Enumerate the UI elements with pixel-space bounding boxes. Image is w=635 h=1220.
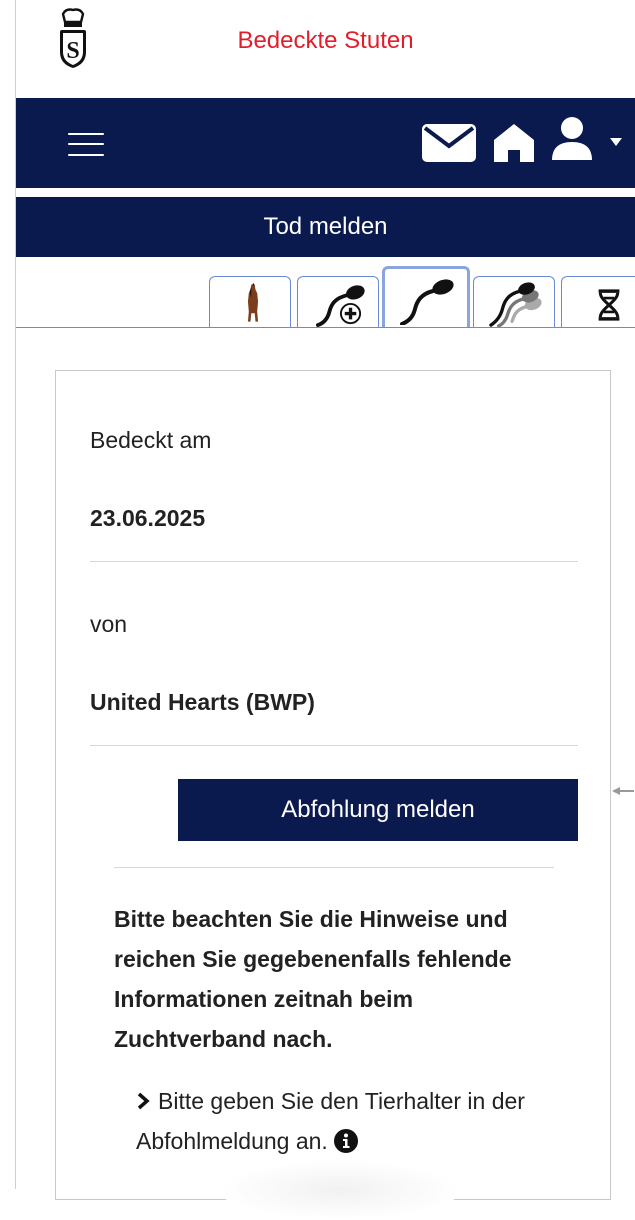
divider	[90, 745, 578, 746]
sperm-plus-icon	[315, 285, 365, 327]
chevron-right-icon	[137, 1092, 150, 1110]
info-icon[interactable]	[333, 1129, 358, 1153]
home-icon[interactable]	[492, 122, 536, 162]
stallion-label: von	[90, 611, 128, 637]
sperm-multiple-icon	[489, 282, 542, 327]
dna-icon	[598, 289, 620, 321]
navbar-separator	[16, 188, 635, 195]
notice-text: Bitte beachten Sie die Hinweise und reic…	[114, 906, 512, 1052]
covered-date-value: 23.06.2025	[90, 505, 206, 531]
tab-horse[interactable]	[209, 276, 291, 327]
stallion-name: United Hearts (BWP)	[90, 689, 315, 715]
report-death-button[interactable]: Tod melden	[16, 197, 635, 257]
hint-item: Bitte geben Sie den Tierhalter in der Ab…	[136, 1081, 556, 1161]
covering-detail-card: Bedeckt am 23.06.2025 von United Hearts …	[55, 370, 611, 1200]
covered-date-label: Bedeckt am	[90, 427, 212, 453]
tab-covering-multiple[interactable]	[473, 276, 555, 327]
scroll-shadow	[220, 1160, 460, 1220]
user-icon[interactable]	[550, 116, 594, 160]
tab-covering-add[interactable]	[297, 276, 379, 327]
app-header: S Bedeckte Stuten	[16, 0, 635, 98]
tab-covering[interactable]	[382, 266, 470, 328]
report-foaling-button[interactable]: Abfohlung melden	[178, 779, 578, 841]
envelope-icon[interactable]	[422, 124, 476, 162]
tab-dna[interactable]	[561, 276, 635, 327]
horse-icon	[247, 283, 259, 322]
divider	[114, 867, 554, 868]
caret-down-icon[interactable]	[610, 138, 622, 146]
divider	[90, 561, 578, 562]
page-title: Bedeckte Stuten	[237, 27, 414, 54]
tabs-baseline	[16, 327, 635, 328]
main-navbar	[16, 98, 635, 188]
hint-text: Bitte geben Sie den Tierhalter in der Ab…	[136, 1088, 525, 1154]
hamburger-menu-icon[interactable]	[68, 128, 104, 158]
arrow-left-icon	[612, 787, 634, 795]
sperm-icon	[400, 279, 454, 325]
